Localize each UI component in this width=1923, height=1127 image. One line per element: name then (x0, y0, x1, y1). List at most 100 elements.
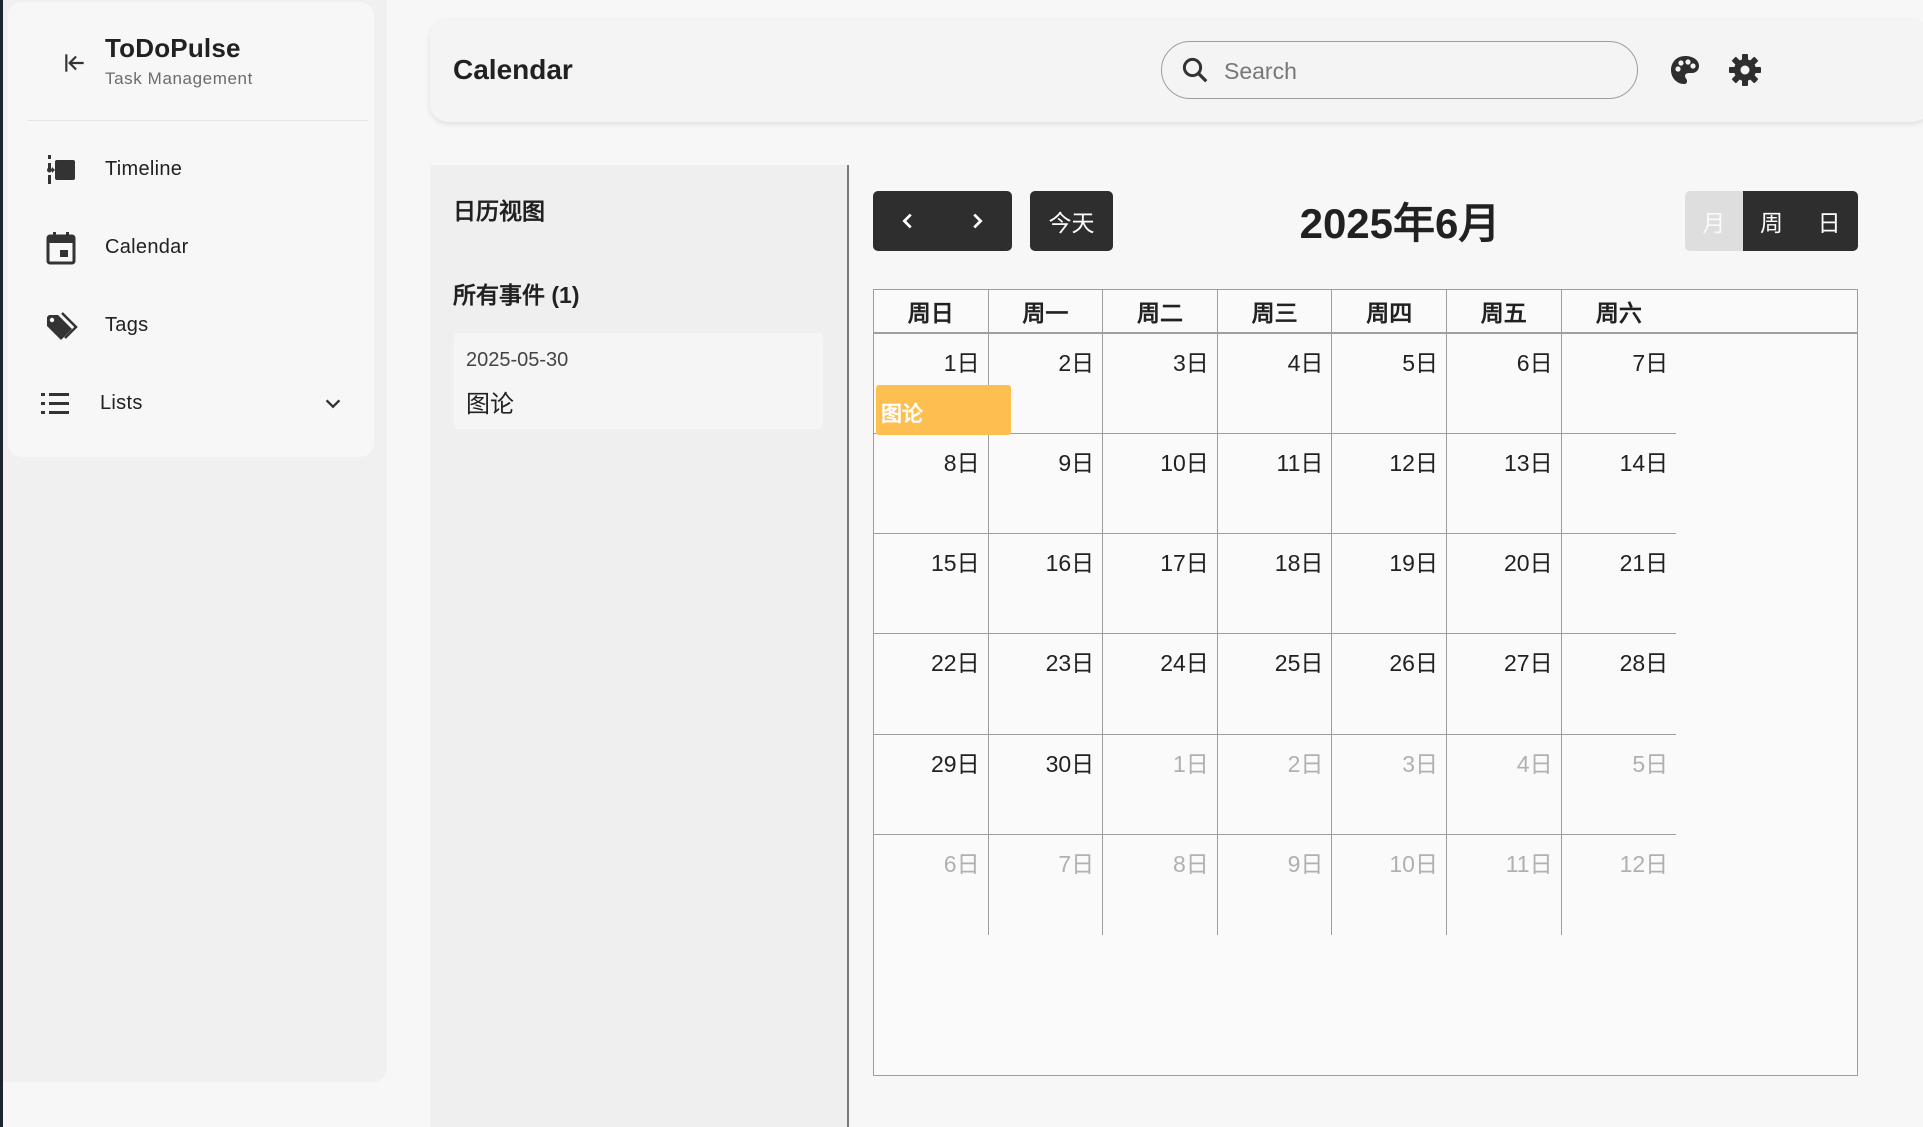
theme-button[interactable] (1663, 48, 1707, 92)
weekday-header: 周日 (874, 290, 989, 332)
day-cell[interactable]: 24日 (1103, 634, 1218, 735)
day-number: 3日 (1172, 349, 1209, 376)
event-card[interactable]: 2025-05-30 图论 (454, 333, 823, 429)
day-number: 23日 (1045, 650, 1095, 677)
event-chip-title: 图论 (881, 403, 923, 426)
day-number: 21日 (1619, 550, 1669, 577)
day-cell[interactable]: 12日 (1332, 433, 1447, 535)
day-cell[interactable]: 20日 (1447, 534, 1562, 635)
day-cell[interactable]: 10日 (1103, 433, 1218, 535)
day-number: 5日 (1632, 750, 1669, 777)
sidebar-item-tags[interactable]: Tags (30, 295, 360, 355)
today-button[interactable]: 今天 (1030, 191, 1113, 251)
calendar-icon (44, 231, 78, 265)
day-number: 3日 (1402, 750, 1438, 777)
day-cell[interactable]: 10日 (1332, 835, 1447, 936)
chevron-down-icon[interactable] (318, 389, 348, 419)
day-cell[interactable]: 21日 (1561, 534, 1677, 635)
weekday-header: 周五 (1447, 290, 1562, 332)
timeline-icon (44, 153, 78, 187)
day-view-button[interactable]: 日 (1800, 191, 1858, 251)
day-cell[interactable]: 16日 (988, 534, 1104, 635)
next-month-button[interactable] (943, 191, 1013, 251)
day-cell[interactable]: 25日 (1217, 634, 1333, 735)
day-number: 9日 (1058, 449, 1095, 476)
day-number: 11日 (1276, 449, 1324, 476)
chevron-right-icon (973, 213, 983, 229)
day-number: 17日 (1160, 550, 1209, 577)
day-cell[interactable]: 28日 (1561, 634, 1677, 735)
day-cell[interactable]: 4日 (1217, 333, 1333, 434)
day-cell[interactable]: 26日 (1332, 634, 1447, 735)
day-cell[interactable]: 6日 (1447, 333, 1562, 434)
day-cell[interactable]: 5日 (1332, 333, 1447, 434)
day-cell[interactable]: 5日 (1561, 735, 1677, 835)
palette-icon (1671, 56, 1699, 84)
search-icon (1182, 57, 1208, 83)
event-date: 2025-05-30 (466, 349, 569, 371)
day-cell[interactable]: 6日 (874, 835, 989, 936)
day-cell[interactable]: 7日 (1561, 334, 1677, 434)
day-number: 29日 (931, 750, 980, 777)
settings-icon (1729, 54, 1761, 86)
sidebar-divider (28, 120, 368, 121)
day-number: 10日 (1389, 851, 1438, 877)
day-cell[interactable]: 30日 (988, 734, 1104, 835)
day-number: 12日 (1619, 851, 1669, 877)
day-number: 12日 (1389, 449, 1438, 476)
day-cell[interactable]: 3日 (1103, 333, 1218, 434)
day-number: 20日 (1504, 550, 1553, 577)
day-number: 6日 (1516, 349, 1553, 376)
day-cell[interactable]: 1日 (1103, 734, 1218, 835)
calendar-event-chip[interactable]: 图论 (876, 385, 1011, 435)
day-cell[interactable]: 11日 (1447, 835, 1562, 936)
day-number: 16日 (1045, 550, 1095, 577)
day-number: 2日 (1058, 349, 1095, 376)
day-cell[interactable]: 29日 (874, 734, 989, 835)
sidebar-item-calendar[interactable]: Calendar (30, 217, 360, 277)
day-cell[interactable]: 11日 (1217, 433, 1333, 535)
collapse-sidebar-button[interactable] (58, 46, 92, 80)
sidebar-item-lists[interactable]: Lists (30, 373, 360, 433)
app-subtitle: Task Management (105, 69, 253, 88)
day-cell[interactable]: 19日 (1332, 534, 1447, 635)
week-view-button[interactable]: 周 (1742, 191, 1801, 251)
day-number: 9日 (1287, 851, 1324, 877)
day-cell[interactable]: 9日 (1218, 835, 1333, 936)
day-cell[interactable]: 3日 (1332, 734, 1447, 835)
day-cell[interactable]: 23日 (988, 634, 1104, 735)
day-cell[interactable]: 17日 (1103, 534, 1218, 635)
weekday-header: 周一 (989, 290, 1104, 332)
day-number: 22日 (931, 650, 980, 677)
day-cell[interactable]: 14日 (1561, 434, 1677, 535)
day-number: 8日 (943, 449, 980, 476)
sidebar-item-timeline[interactable]: Timeline (30, 139, 360, 199)
day-cell[interactable]: 18日 (1217, 534, 1333, 635)
day-cell[interactable]: 9日 (988, 433, 1104, 535)
sidebar-item-label: Tags (105, 314, 149, 336)
settings-button[interactable] (1723, 48, 1767, 92)
month-title: 2025年6月 (1299, 200, 1501, 247)
day-number: 15日 (931, 550, 980, 577)
day-number: 19日 (1389, 550, 1438, 577)
chevron-left-icon (902, 213, 912, 229)
day-cell[interactable]: 27日 (1447, 634, 1562, 735)
month-view-button[interactable]: 月 (1685, 191, 1743, 251)
view-switcher: 月 周 日 (1685, 191, 1858, 251)
day-number: 7日 (1632, 349, 1669, 376)
search-input[interactable] (1222, 51, 1626, 91)
day-cell[interactable]: 22日 (874, 634, 989, 735)
day-cell[interactable]: 13日 (1447, 433, 1562, 535)
day-cell[interactable]: 7日 (989, 835, 1104, 936)
day-cell[interactable]: 15日 (874, 534, 989, 635)
day-cell[interactable]: 8日 (1103, 835, 1218, 936)
day-number: 2日 (1287, 750, 1324, 777)
day-cell[interactable]: 12日 (1562, 835, 1677, 935)
day-number: 18日 (1274, 550, 1324, 577)
day-cell[interactable]: 4日 (1447, 734, 1562, 835)
prev-month-button[interactable] (873, 191, 943, 251)
day-number: 14日 (1619, 449, 1669, 476)
search-box[interactable] (1161, 41, 1638, 99)
day-cell[interactable]: 8日 (874, 433, 989, 535)
day-cell[interactable]: 2日 (1217, 734, 1333, 835)
